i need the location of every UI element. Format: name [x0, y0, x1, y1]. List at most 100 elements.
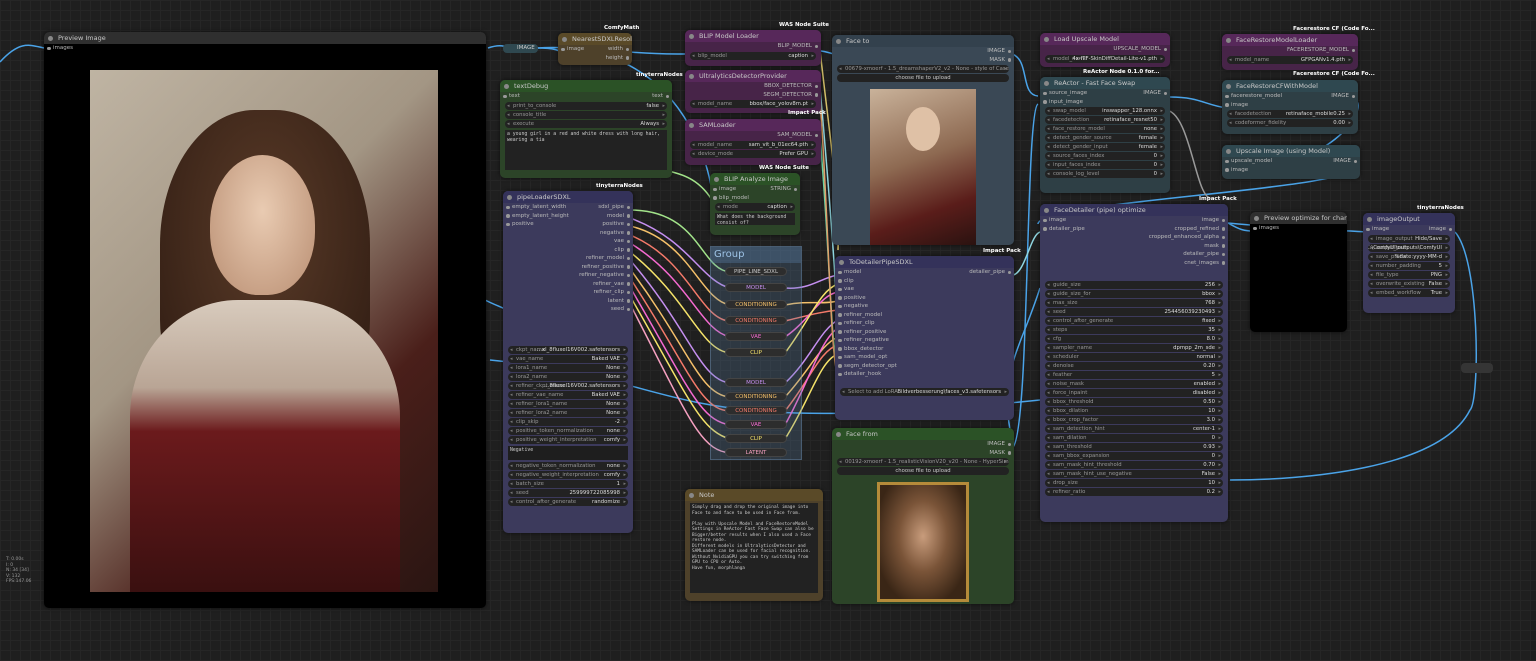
output-mask[interactable]: MASK: [832, 56, 1014, 65]
input-port[interactable]: bbox_detector: [835, 345, 1014, 354]
output-segm-detector[interactable]: SEGM_DETECTOR: [685, 91, 821, 100]
output-width[interactable]: width: [608, 45, 632, 54]
input-upscale-model[interactable]: upscale_model IMAGE: [1222, 157, 1360, 166]
input-port[interactable]: segm_detector_opt: [835, 362, 1014, 371]
output-bbox-detector[interactable]: BBOX_DETECTOR: [685, 82, 821, 91]
input-image[interactable]: image: [1222, 101, 1358, 110]
collapse-dot-icon[interactable]: [836, 432, 841, 437]
widget-refiner-ckpt-name[interactable]: refiner_ckpt_name...8fluxel16V002.safete…: [508, 382, 628, 390]
widget-sam-dilation[interactable]: sam_dilation 0: [1045, 434, 1223, 442]
node-title[interactable]: imageOutput: [1363, 213, 1455, 225]
question-text-area[interactable]: What does the background consist of?: [715, 213, 795, 225]
collapse-dot-icon[interactable]: [689, 74, 694, 79]
widget-drop-size[interactable]: drop_size 10: [1045, 479, 1223, 487]
widget-sam-bbox-expansion[interactable]: sam_bbox_expansion 0: [1045, 452, 1223, 460]
node-title[interactable]: Note: [685, 489, 823, 501]
node-pipe-loader-sdxl[interactable]: pipeLoaderSDXL empty_latent_width empty_…: [503, 191, 633, 533]
input-port[interactable]: detailer_hook: [835, 370, 1014, 379]
node-face-to[interactable]: Face to IMAGE MASK 00679-xmoerf - 1.5_dr…: [832, 35, 1014, 245]
collapse-dot-icon[interactable]: [689, 123, 694, 128]
input-port[interactable]: clip: [835, 277, 1014, 286]
input-image[interactable]: image width: [558, 45, 632, 54]
widget-detect-gender-input[interactable]: detect_gender_input female: [1045, 143, 1165, 151]
input-port[interactable]: vae: [835, 285, 1014, 294]
input-images[interactable]: images: [1250, 224, 1347, 233]
widget-blip-model[interactable]: blip_model caption: [690, 51, 816, 60]
output-port[interactable]: image: [1128, 216, 1228, 225]
output-port[interactable]: negative: [568, 229, 633, 238]
negative-prompt-area[interactable]: Negative: [508, 446, 628, 460]
collapse-dot-icon[interactable]: [1226, 38, 1231, 43]
widget-denoise[interactable]: denoise 0.20: [1045, 362, 1223, 370]
widget-output-path[interactable]: output_pathC:\ComfyUI\outputs\ComfyUI: [1368, 243, 1450, 252]
widget-cfg[interactable]: cfg 8.0: [1045, 335, 1223, 343]
input-port[interactable]: refiner_positive: [835, 328, 1014, 337]
input-images[interactable]: images: [44, 44, 486, 53]
output-string[interactable]: STRING: [770, 185, 800, 194]
node-title[interactable]: UltralyticsDetectorProvider: [685, 70, 821, 82]
input-port[interactable]: sam_model_opt: [835, 353, 1014, 362]
reroute-pill[interactable]: CLIP: [725, 434, 787, 443]
widget-control-after-generate[interactable]: control_after_generate randomize: [508, 498, 628, 506]
widget-scheduler[interactable]: scheduler normal: [1045, 353, 1223, 361]
node-face-restore-model-loader[interactable]: FaceRestoreModelLoader FACERESTORE_MODEL…: [1222, 34, 1358, 70]
widget-image-output[interactable]: image_outputHide/Save: [1368, 234, 1450, 243]
node-title[interactable]: ToDetailerPipeSDXL: [835, 256, 1014, 268]
group-box[interactable]: Group PIPE_LINE_SDXL MODEL CONDITIONING CON…: [710, 246, 802, 460]
reroute-pill[interactable]: CONDITIONING: [725, 392, 787, 401]
output-upscale-model[interactable]: UPSCALE_MODEL: [1040, 45, 1170, 54]
output-port[interactable]: refiner_vae: [568, 280, 633, 289]
node-sam-loader[interactable]: SAMLoader SAM_MODEL model_name sam_vit_b_…: [685, 119, 821, 165]
node-ultralytics-detector[interactable]: UltralyticsDetectorProvider BBOX_DETECTO…: [685, 70, 821, 113]
node-face-restore-cf-with-model[interactable]: FaceRestoreCFWithModel facerestore_model…: [1222, 80, 1358, 134]
node-title[interactable]: textDebug: [500, 80, 672, 92]
node-title[interactable]: Face to: [832, 35, 1014, 47]
node-title[interactable]: NearestSDXLResolution: [558, 33, 632, 45]
collapse-dot-icon[interactable]: [689, 493, 694, 498]
reroute-pill[interactable]: LATENT: [725, 448, 787, 457]
widget-model-name[interactable]: model_name bbox/face_yolov8m.pt: [690, 100, 816, 108]
collapse-dot-icon[interactable]: [48, 36, 53, 41]
input-text[interactable]: text text: [500, 92, 672, 101]
widget-negative-weight-interpretation[interactable]: negative_weight_interpretation comfy: [508, 471, 628, 479]
widget-sampler-name[interactable]: sampler_name dpmpp_2m_sde: [1045, 344, 1223, 352]
reroute-pill[interactable]: PIPE_LINE_SDXL: [725, 267, 787, 276]
group-title[interactable]: Group: [711, 247, 801, 263]
output-port[interactable]: vae: [568, 237, 633, 246]
input-image[interactable]: image: [1222, 166, 1360, 175]
widget-guide-size-for[interactable]: guide_size_for bbox: [1045, 290, 1223, 298]
output-port[interactable]: refiner_negative: [568, 271, 633, 280]
widget-ckpt-name[interactable]: ckpt_name...xl_8fluxel16V002.safetensors: [508, 346, 628, 354]
output-image[interactable]: image: [1429, 225, 1455, 234]
reroute-image-pill[interactable]: IMAGE: [503, 44, 538, 53]
node-title[interactable]: Upscale Image (using Model): [1222, 145, 1360, 157]
node-title[interactable]: ReActor - Fast Face Swap: [1040, 77, 1170, 89]
node-note[interactable]: Note Simply drag and drop the original i…: [685, 489, 823, 601]
input-source-image[interactable]: source_image IMAGE: [1040, 89, 1170, 98]
widget-seed[interactable]: seed 254456039230493: [1045, 308, 1223, 316]
input-port[interactable]: model: [835, 268, 1014, 277]
output-image[interactable]: IMAGE: [1143, 89, 1170, 98]
node-title[interactable]: FaceRestoreCFWithModel: [1222, 80, 1358, 92]
output-port[interactable]: cnet_images: [1128, 259, 1228, 268]
input-port[interactable]: empty_latent_height: [503, 212, 569, 221]
reroute-pill[interactable]: CLIP: [725, 348, 787, 357]
widget-image-file[interactable]: 00192-xmoerf - 1.5_realisticVisionV20_v2…: [837, 458, 1009, 466]
upload-button[interactable]: choose file to upload: [837, 467, 1009, 475]
node-title[interactable]: BLIP Analyze Image: [710, 173, 800, 185]
collapse-dot-icon[interactable]: [504, 84, 509, 89]
input-port[interactable]: positive: [503, 220, 568, 229]
widget-number-padding[interactable]: number_padding 5: [1368, 261, 1450, 270]
widget-control-after-generate[interactable]: control_after_generate fixed: [1045, 317, 1223, 325]
widget-save-prefix[interactable]: save_prefix%date:yyyy-MM-d: [1368, 252, 1450, 261]
reroute-node[interactable]: [1461, 363, 1493, 373]
collapse-dot-icon[interactable]: [836, 39, 841, 44]
input-port[interactable]: refiner_clip: [835, 319, 1014, 328]
widget-console-log-level[interactable]: console_log_level 0: [1045, 170, 1165, 178]
widget-print-to-console[interactable]: print_to_console false: [505, 101, 667, 110]
widget-feather[interactable]: feather 5: [1045, 371, 1223, 379]
output-height[interactable]: height: [558, 54, 632, 63]
widget-steps[interactable]: steps 35: [1045, 326, 1223, 334]
output-port[interactable]: latent: [568, 297, 633, 306]
text-output-area[interactable]: a young girl in a red and white dress wi…: [505, 129, 667, 170]
